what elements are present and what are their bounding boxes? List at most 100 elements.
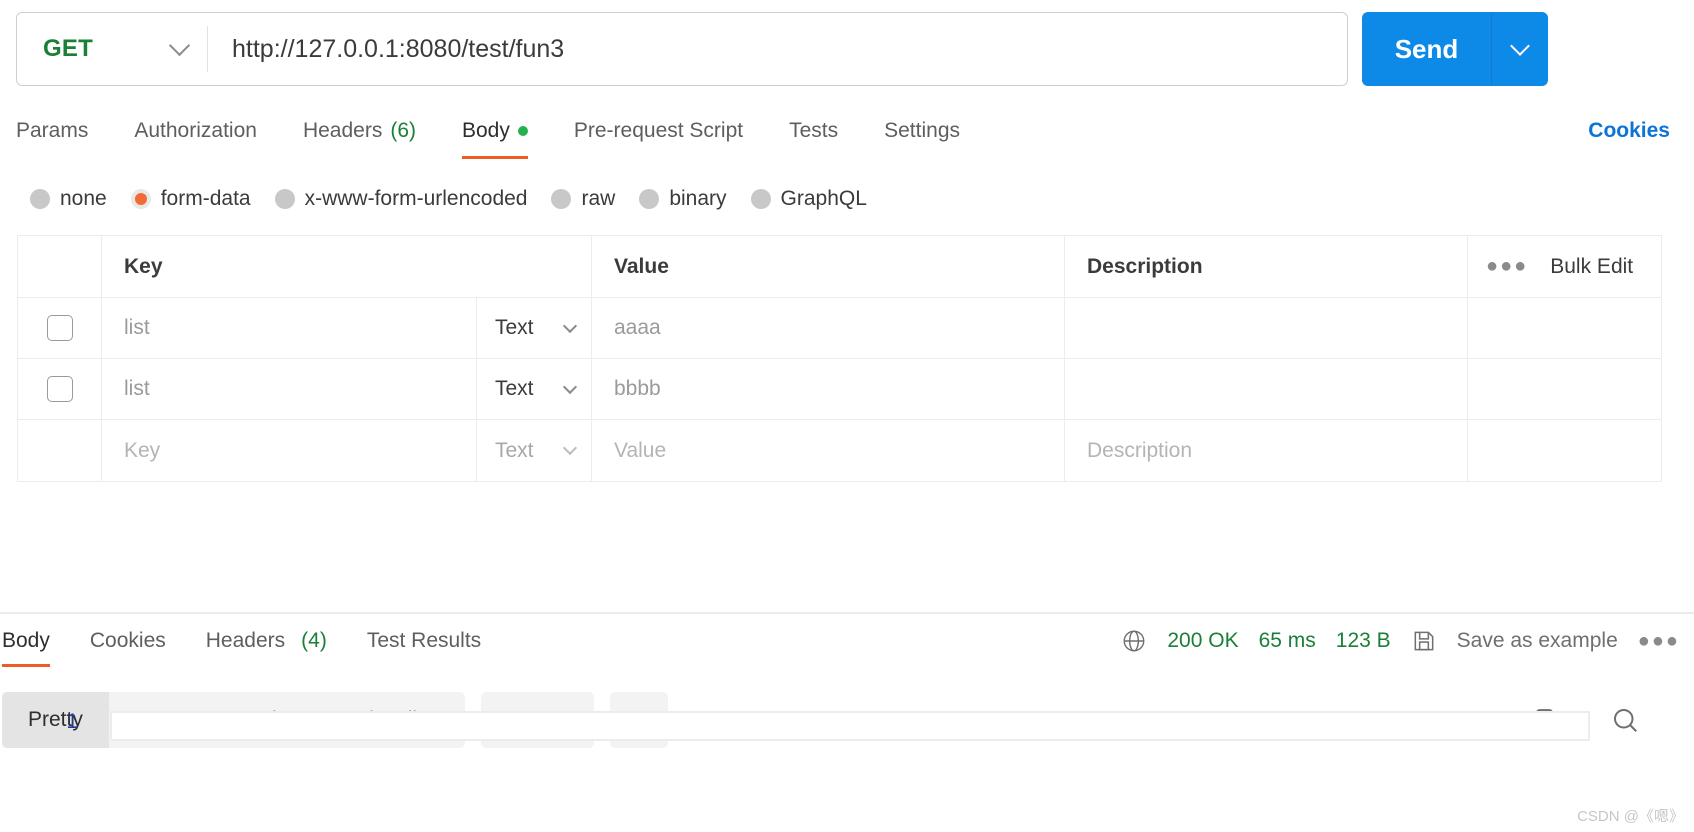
row-actions-cell <box>1468 359 1661 419</box>
row-description-cell <box>1065 298 1468 358</box>
request-tabs: Params Authorization Headers (6) Body Pr… <box>0 104 1694 159</box>
send-button-group[interactable]: Send <box>1362 12 1548 86</box>
radio-label: raw <box>581 187 616 210</box>
url-box: GET <box>16 12 1348 86</box>
row-description-cell <box>1065 420 1468 481</box>
tab-label: Headers <box>302 119 383 142</box>
url-input[interactable] <box>208 13 1347 85</box>
response-body-code-area[interactable] <box>110 711 1590 741</box>
row-key-cell <box>102 298 477 358</box>
tab-label: Tests <box>789 119 839 142</box>
row-description-input[interactable] <box>1065 315 1467 341</box>
tab-settings[interactable]: Settings <box>884 104 960 158</box>
http-method-label: GET <box>43 35 93 62</box>
save-as-example-button[interactable]: Save as example <box>1457 629 1618 653</box>
radio-icon <box>30 189 50 209</box>
row-key-cell <box>102 420 477 481</box>
tab-label: Authorization <box>134 119 257 142</box>
row-value-cell <box>592 359 1065 419</box>
tab-pre-request-script[interactable]: Pre-request Script <box>574 104 743 158</box>
body-type-graphql[interactable]: GraphQL <box>750 187 867 211</box>
bulk-edit-button[interactable]: Bulk Edit <box>1550 255 1633 279</box>
status-code: 200 OK <box>1167 629 1239 652</box>
response-tab-body[interactable]: Body <box>2 613 50 669</box>
response-size: 123 B <box>1335 629 1391 652</box>
row-key-input[interactable] <box>102 315 476 341</box>
row-description-input[interactable] <box>1065 376 1467 402</box>
body-type-x-www-form-urlencoded[interactable]: x-www-form-urlencoded <box>274 187 528 211</box>
chevron-down-icon <box>562 440 578 456</box>
row-type-select[interactable]: Text <box>477 420 592 481</box>
header-checkbox-cell <box>18 236 102 297</box>
table-row-empty: Text <box>18 420 1661 481</box>
response-time: 65 ms <box>1258 629 1316 652</box>
chevron-down-icon <box>562 318 578 333</box>
tab-label: Settings <box>884 119 961 142</box>
row-type-label: Text <box>495 377 534 400</box>
body-type-raw[interactable]: raw <box>551 187 615 211</box>
row-checkbox[interactable] <box>46 376 73 402</box>
body-type-form-data[interactable]: form-data <box>130 187 251 211</box>
body-type-none[interactable]: none <box>30 187 107 211</box>
tab-authorization[interactable]: Authorization <box>134 104 257 158</box>
tab-label: Test Results <box>366 629 482 652</box>
send-options-button[interactable] <box>1492 12 1548 86</box>
radio-icon <box>639 189 660 209</box>
tab-body[interactable]: Body <box>462 104 528 159</box>
cookies-link[interactable]: Cookies <box>1588 104 1670 158</box>
row-type-select[interactable]: Text <box>477 298 592 358</box>
response-tab-cookies[interactable]: Cookies <box>90 613 166 669</box>
body-type-binary[interactable]: binary <box>639 187 727 211</box>
tab-headers[interactable]: Headers (6) <box>303 104 416 158</box>
row-checkbox[interactable] <box>46 315 73 341</box>
header-key: Key <box>102 236 592 297</box>
globe-icon[interactable] <box>1121 628 1147 654</box>
search-icon[interactable] <box>1610 705 1640 735</box>
send-button[interactable]: Send <box>1362 12 1492 86</box>
table-row: Text <box>18 359 1661 420</box>
table-row: Text <box>18 298 1661 359</box>
chevron-down-icon <box>1510 35 1530 56</box>
row-checkbox-cell <box>18 420 102 481</box>
row-key-cell <box>102 359 477 419</box>
response-tab-test-results[interactable]: Test Results <box>367 613 481 669</box>
new-row-value-input[interactable] <box>592 437 1064 464</box>
radio-selected-icon <box>130 189 151 209</box>
row-value-input[interactable] <box>592 315 1064 341</box>
ellipsis-icon[interactable]: ●●● <box>1638 630 1680 653</box>
row-description-cell <box>1065 359 1468 419</box>
radio-label: binary <box>669 187 727 210</box>
tab-label: Cookies <box>89 629 166 652</box>
tab-params[interactable]: Params <box>16 104 88 158</box>
radio-label: form-data <box>160 187 251 210</box>
row-key-input[interactable] <box>102 376 476 402</box>
ellipsis-icon[interactable]: ●●● <box>1486 255 1528 278</box>
tab-tests[interactable]: Tests <box>789 104 838 158</box>
save-icon[interactable] <box>1411 628 1437 654</box>
row-type-select[interactable]: Text <box>477 359 592 419</box>
response-status-bar: 200 OK 65 ms 123 B Save as example ●●● <box>1121 613 1680 669</box>
chevron-down-icon <box>562 379 578 394</box>
new-row-description-input[interactable] <box>1065 437 1467 464</box>
header-bulk-edit-cell: ●●● Bulk Edit <box>1468 236 1661 297</box>
unsaved-dot-icon <box>517 126 528 136</box>
http-method-select[interactable]: GET <box>17 13 207 85</box>
row-actions-cell <box>1468 420 1661 481</box>
new-row-key-input[interactable] <box>102 437 476 464</box>
url-bar-row: GET Send <box>16 12 1678 86</box>
radio-icon <box>274 189 295 209</box>
row-value-input[interactable] <box>592 376 1064 402</box>
tab-label: Params <box>16 119 89 142</box>
chevron-down-icon <box>168 34 191 57</box>
row-type-label: Text <box>495 316 534 339</box>
tab-count: (6) <box>390 119 416 142</box>
postman-request-response-pane: GET Send Params Authorization Headers (6… <box>0 0 1694 832</box>
radio-icon <box>750 189 771 209</box>
response-tab-headers[interactable]: Headers (4) <box>206 613 327 669</box>
radio-icon <box>551 189 572 209</box>
row-value-cell <box>592 298 1065 358</box>
tab-label: Pre-request Script <box>573 119 744 142</box>
header-description: Description <box>1065 236 1468 297</box>
radio-label: x-www-form-urlencoded <box>304 187 528 210</box>
header-value: Value <box>592 236 1065 297</box>
